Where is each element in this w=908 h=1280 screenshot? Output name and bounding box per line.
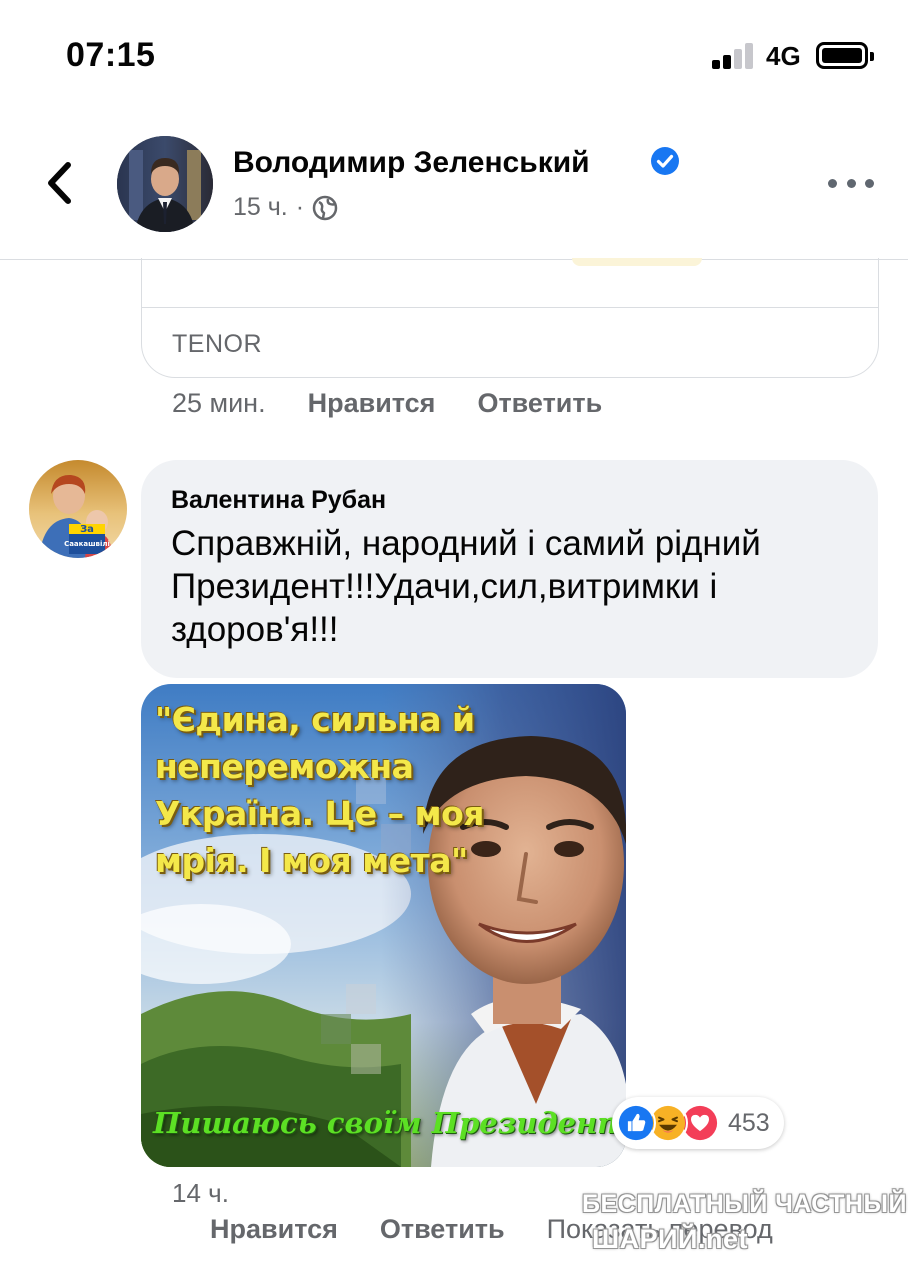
comment-image[interactable]: "Єдина, сильна й непереможна Україна. Це… xyxy=(141,684,626,1167)
like-button[interactable]: Нравится xyxy=(210,1214,338,1245)
previous-comment-actions: 25 мин. Нравится Ответить xyxy=(172,388,602,419)
commenter-avatar[interactable]: За Саакашвілі xyxy=(29,460,127,558)
like-icon xyxy=(616,1103,656,1143)
status-bar: 07:15 4G xyxy=(0,0,908,110)
post-meta: 15 ч. · xyxy=(233,193,338,222)
reactions-summary[interactable]: 453 xyxy=(612,1097,784,1149)
comment-time[interactable]: 14 ч. xyxy=(172,1178,229,1209)
link-preview-media[interactable] xyxy=(142,258,878,308)
back-button[interactable] xyxy=(40,158,80,208)
avatar-badge-line1: За xyxy=(80,524,94,535)
watermark-line2: ШАРИЙ.net xyxy=(592,1224,748,1254)
comment-text: Справжній, народний і самий рідний Прези… xyxy=(171,524,761,649)
link-preview-card[interactable]: TENOR xyxy=(141,258,879,378)
meta-separator: · xyxy=(295,193,305,221)
image-quote-text: "Єдина, сильна й непереможна Україна. Це… xyxy=(155,700,484,880)
cellular-signal-icon xyxy=(712,43,756,69)
more-horizontal-icon xyxy=(828,178,837,188)
commenter-name[interactable]: Валентина Рубан xyxy=(171,486,386,515)
watermark: БЕСПЛАТНЫЙ ЧАСТНЫЙ ШАРИЙ.net xyxy=(582,1186,906,1258)
chevron-left-icon xyxy=(48,162,71,204)
link-source: TENOR xyxy=(172,330,262,358)
image-caption-text: Пишаюсь своїм Президентом ! xyxy=(153,1106,626,1140)
reply-button[interactable]: Ответить xyxy=(380,1214,505,1245)
watermark-line1: БЕСПЛАТНЫЙ ЧАСТНЫЙ xyxy=(582,1190,907,1218)
author-name[interactable]: Володимир Зеленський xyxy=(233,146,590,180)
post-header: Володимир Зеленський 15 ч. · xyxy=(0,110,908,260)
reply-button[interactable]: Ответить xyxy=(477,388,602,419)
network-type: 4G xyxy=(766,41,801,71)
status-time: 07:15 xyxy=(66,36,156,74)
comment-bubble[interactable]: Валентина Рубан Справжній, народний і са… xyxy=(141,460,878,678)
avatar-badge-line2: Саакашвілі xyxy=(64,540,110,548)
post-age[interactable]: 15 ч. xyxy=(233,193,288,222)
reaction-count: 453 xyxy=(728,1108,770,1137)
globe-icon[interactable] xyxy=(312,195,338,221)
like-button[interactable]: Нравится xyxy=(308,388,436,419)
battery-icon xyxy=(816,42,874,69)
verified-badge-icon xyxy=(651,147,679,175)
author-avatar[interactable] xyxy=(117,136,213,232)
more-options-button[interactable] xyxy=(828,170,874,196)
comment-time[interactable]: 25 мин. xyxy=(172,388,266,419)
